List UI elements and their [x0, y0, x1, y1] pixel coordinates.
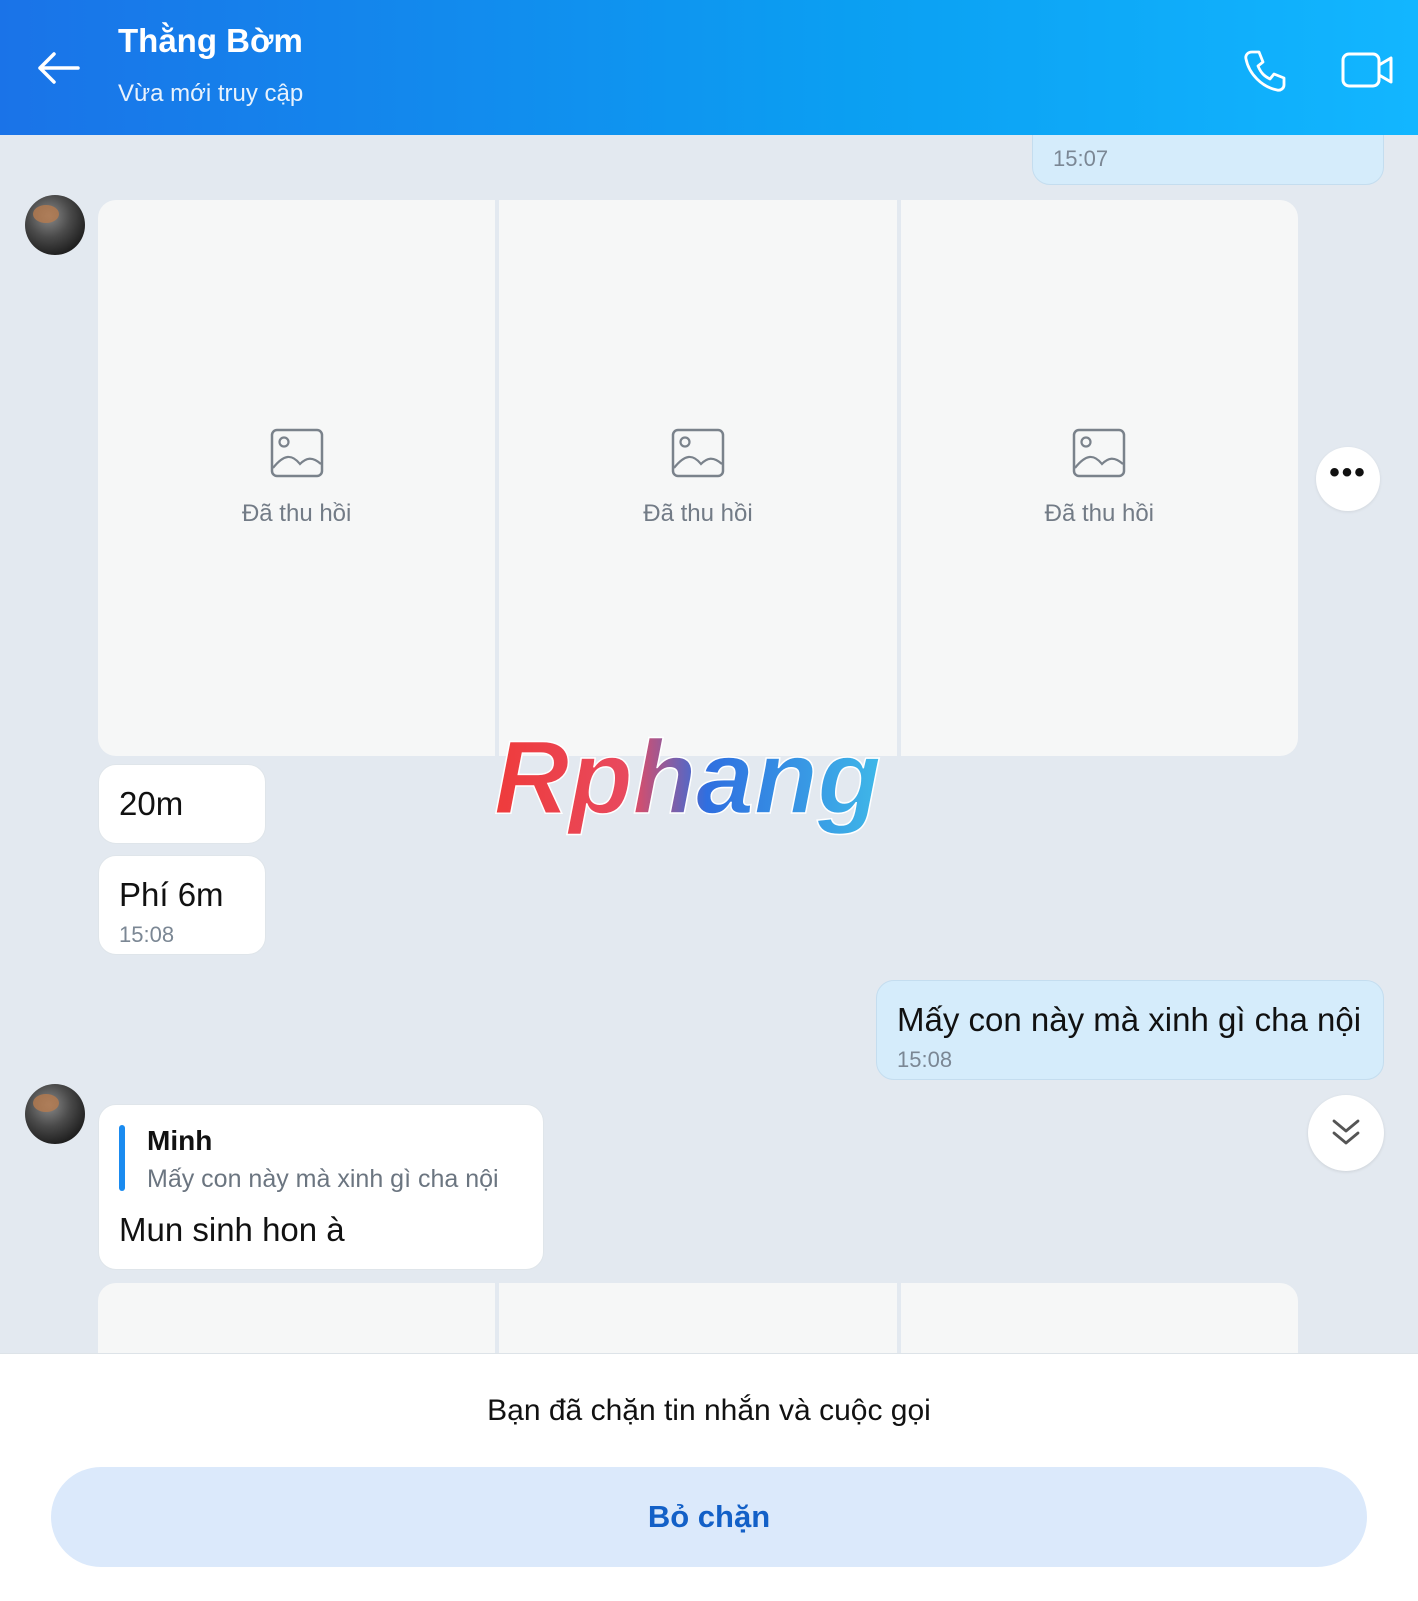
revoked-label: Đã thu hồi: [643, 500, 753, 527]
quote-bar: [119, 1125, 125, 1191]
svg-text:Rphang: Rphang: [494, 725, 881, 836]
own-message-bubble[interactable]: 15:07: [1032, 135, 1384, 185]
message-text: Phí 6m: [119, 876, 224, 913]
quoted-sender: Minh: [147, 1125, 213, 1156]
reply-message-bubble[interactable]: Minh Mấy con này mà xinh gì cha nội Mun …: [98, 1104, 544, 1270]
avatar[interactable]: [25, 1084, 85, 1144]
photo-cell[interactable]: [900, 1283, 1298, 1353]
blocked-notice: Bạn đã chặn tin nhắn và cuộc gọi: [487, 1394, 931, 1427]
message-text: Mấy con này mà xinh gì cha nội: [897, 1001, 1362, 1038]
photo-cell[interactable]: [499, 1283, 897, 1353]
message-time: 15:08: [119, 922, 175, 947]
image-placeholder-icon: [671, 428, 725, 478]
photo-cell[interactable]: [98, 1283, 496, 1353]
image-placeholder-icon: [270, 428, 323, 478]
back-arrow-icon[interactable]: [34, 48, 82, 88]
phone-icon[interactable]: [1242, 48, 1288, 94]
revoked-photo-group[interactable]: Đã thu hồi Đã thu hồi Đã thu hồi: [98, 200, 1298, 756]
contact-name[interactable]: Thằng Bờm: [118, 22, 303, 60]
scroll-to-bottom-button[interactable]: [1308, 1095, 1384, 1171]
message-time: 15:07: [1053, 146, 1109, 171]
revoked-photo[interactable]: Đã thu hồi: [900, 200, 1298, 756]
double-chevron-down-icon: [1332, 1119, 1360, 1145]
watermark-logo: Rphang: [493, 725, 882, 837]
message-text: Mun sinh hon à: [119, 1211, 345, 1248]
more-horizontal-icon: •••: [1329, 456, 1367, 489]
blocked-footer: Bạn đã chặn tin nhắn và cuộc gọi Bỏ chặn: [0, 1353, 1418, 1601]
incoming-message-bubble[interactable]: Phí 6m 15:08: [98, 855, 266, 955]
message-time: 15:08: [897, 1047, 953, 1072]
image-placeholder-icon: [1073, 428, 1126, 478]
revoked-photo[interactable]: Đã thu hồi: [98, 200, 496, 756]
message-list[interactable]: 15:07 Đã thu hồi Đã thu hồi Đã thu hồi •…: [0, 135, 1418, 1353]
chat-header: Thằng Bờm Vừa mới truy cập: [0, 0, 1418, 135]
own-message-bubble[interactable]: Mấy con này mà xinh gì cha nội 15:08: [876, 980, 1384, 1080]
avatar[interactable]: [25, 195, 85, 255]
video-camera-icon[interactable]: [1340, 48, 1396, 92]
revoked-photo[interactable]: Đã thu hồi: [499, 200, 897, 756]
unblock-button[interactable]: Bỏ chặn: [51, 1467, 1367, 1567]
incoming-message-bubble[interactable]: 20m: [98, 764, 266, 844]
message-text: 20m: [119, 785, 184, 822]
contact-status: Vừa mới truy cập: [118, 80, 304, 107]
more-options-button[interactable]: •••: [1316, 447, 1380, 511]
quoted-text[interactable]: Mấy con này mà xinh gì cha nội: [147, 1165, 499, 1194]
revoked-label: Đã thu hồi: [241, 500, 352, 527]
photo-group-partial[interactable]: [98, 1283, 1298, 1353]
revoked-label: Đã thu hồi: [1044, 500, 1155, 527]
